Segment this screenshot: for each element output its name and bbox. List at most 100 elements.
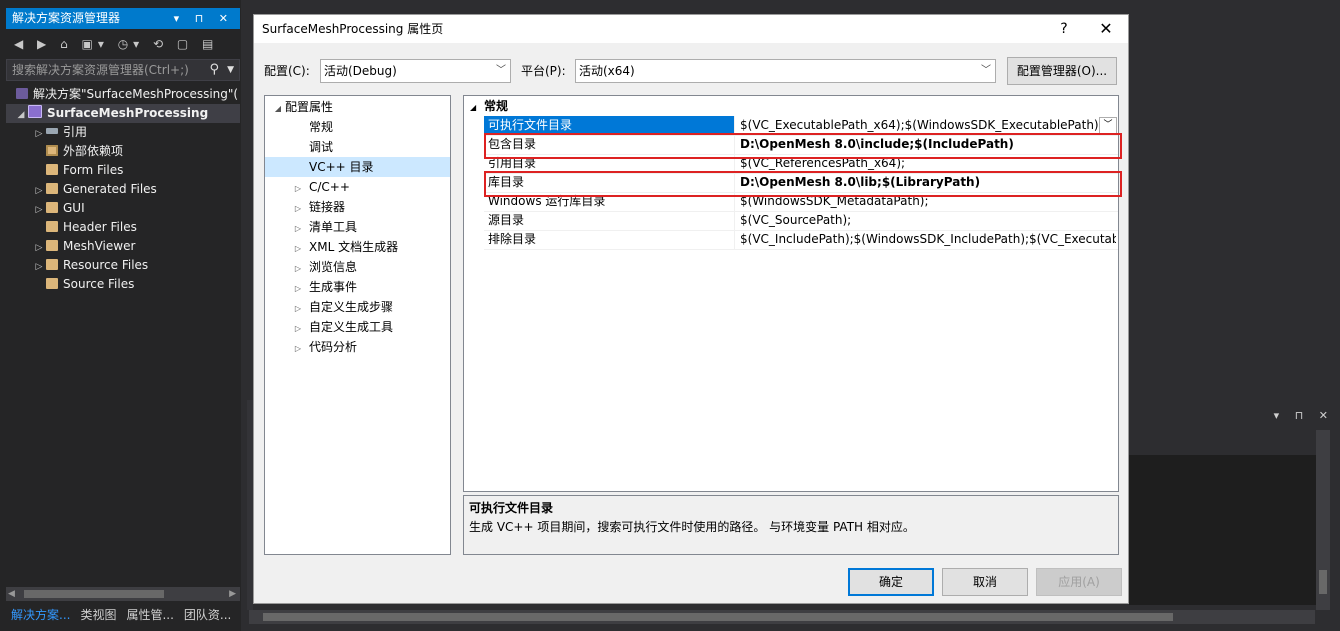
horizontal-scrollbar[interactable]: ◀ ▶: [6, 587, 240, 601]
property-value[interactable]: D:\OpenMesh 8.0\lib;$(LibraryPath): [740, 173, 1116, 192]
tree-item-label: 代码分析: [309, 340, 358, 354]
property-row-library-dirs[interactable]: 库目录 D:\OpenMesh 8.0\lib;$(LibraryPath): [484, 173, 1118, 193]
search-icon[interactable]: ⚲: [209, 60, 219, 80]
solution-search-input[interactable]: 搜索解决方案资源管理器(Ctrl+;) ⚲ ▼: [6, 59, 240, 81]
property-row-source-dirs[interactable]: 源目录 $(VC_SourcePath);: [484, 211, 1118, 231]
tab-solution-explorer[interactable]: 解决方案...: [6, 604, 75, 626]
tab-class-view[interactable]: 类视图: [75, 604, 121, 626]
tree-item-debugging[interactable]: 调试: [265, 137, 450, 157]
expand-icon[interactable]: ▷: [291, 339, 305, 359]
property-value[interactable]: $(VC_ExecutablePath_x64);$(WindowsSDK_Ex…: [740, 116, 1116, 135]
tree-item-browse-info[interactable]: ▷ 浏览信息: [265, 257, 450, 277]
property-name: 排除目录: [484, 230, 735, 249]
expand-icon[interactable]: ▷: [291, 199, 305, 219]
tree-item-solution[interactable]: 解决方案"SurfaceMeshProcessing"(: [6, 85, 240, 104]
folder-icon: [46, 259, 58, 270]
tree-item-label: 配置属性: [285, 100, 334, 114]
config-select[interactable]: 活动(Debug) ﹀: [320, 59, 511, 83]
property-row-winrt-dirs[interactable]: Windows 运行库目录 $(WindowsSDK_MetadataPath)…: [484, 192, 1118, 212]
tree-item-gui[interactable]: ▷ GUI: [6, 199, 240, 218]
property-pages-dialog: SurfaceMeshProcessing 属性页 ? ✕ 配置(C): 活动(…: [253, 14, 1129, 604]
editor-horizontal-scrollbar[interactable]: [249, 610, 1315, 624]
expand-icon[interactable]: ▷: [291, 259, 305, 279]
tree-item-general[interactable]: 常规: [265, 117, 450, 137]
tree-item-resource-files[interactable]: ▷ Resource Files: [6, 256, 240, 275]
tree-item-custom-build-step[interactable]: ▷ 自定义生成步骤: [265, 297, 450, 317]
collapse-icon[interactable]: ◢: [470, 98, 484, 118]
ok-button[interactable]: 确定: [848, 568, 934, 596]
property-value[interactable]: $(VC_IncludePath);$(WindowsSDK_IncludePa…: [740, 230, 1116, 249]
property-value[interactable]: $(VC_SourcePath);: [740, 211, 1116, 230]
tree-item-label: 浏览信息: [309, 260, 358, 274]
scrollbar-thumb[interactable]: [24, 590, 164, 598]
property-value[interactable]: D:\OpenMesh 8.0\include;$(IncludePath): [740, 135, 1116, 154]
tree-item-project[interactable]: ◢ SurfaceMeshProcessing: [6, 104, 240, 123]
tree-item-label: 解决方案"SurfaceMeshProcessing"(: [33, 87, 239, 101]
folder-icon: [46, 278, 58, 289]
references-icon: [46, 128, 58, 134]
vertical-scrollbar[interactable]: [1316, 430, 1330, 610]
help-icon[interactable]: ?: [1054, 15, 1074, 43]
scroll-left-icon[interactable]: ◀: [8, 587, 15, 601]
expand-icon[interactable]: ▷: [291, 219, 305, 239]
cancel-button[interactable]: 取消: [942, 568, 1028, 596]
property-value[interactable]: $(WindowsSDK_MetadataPath);: [740, 192, 1116, 211]
tree-item-header-files[interactable]: Header Files: [6, 218, 240, 237]
expand-icon[interactable]: ▷: [291, 179, 305, 199]
expand-icon[interactable]: ▷: [32, 258, 46, 277]
tree-item-build-events[interactable]: ▷ 生成事件: [265, 277, 450, 297]
expand-icon[interactable]: ▷: [32, 125, 46, 144]
tree-item-vc-directories[interactable]: VC++ 目录: [265, 157, 450, 177]
tab-property-manager[interactable]: 属性管...: [121, 604, 178, 626]
expand-icon[interactable]: ◢: [271, 99, 285, 119]
tree-item-label: 链接器: [309, 200, 346, 214]
tree-item-label: 调试: [309, 140, 334, 154]
folder-icon: [46, 240, 58, 251]
property-row-exclude-dirs[interactable]: 排除目录 $(VC_IncludePath);$(WindowsSDK_Incl…: [484, 230, 1118, 250]
tree-item-source-files[interactable]: Source Files: [6, 275, 240, 294]
section-header[interactable]: ◢ 常规: [464, 96, 1118, 116]
tree-item-references[interactable]: ▷ 引用: [6, 123, 240, 142]
tree-item-form-files[interactable]: Form Files: [6, 161, 240, 180]
close-icon[interactable]: ✕: [1094, 15, 1118, 43]
tree-item-code-analysis[interactable]: ▷ 代码分析: [265, 337, 450, 357]
expand-icon[interactable]: ▷: [291, 319, 305, 339]
chevron-down-icon[interactable]: ▼: [227, 60, 234, 80]
property-row-include-dirs[interactable]: 包含目录 D:\OpenMesh 8.0\include;$(IncludePa…: [484, 135, 1118, 155]
folder-icon: [46, 221, 58, 232]
expand-icon[interactable]: ◢: [14, 106, 28, 125]
tree-item-meshviewer[interactable]: ▷ MeshViewer: [6, 237, 240, 256]
panel-controls[interactable]: ▾ ⊓ ✕: [174, 8, 234, 29]
property-row-reference-dirs[interactable]: 引用目录 $(VC_ReferencesPath_x64);: [484, 154, 1118, 174]
tree-item-label: 自定义生成工具: [309, 320, 394, 334]
solution-explorer-toolbar[interactable]: ◀ ▶ ⌂ ▣▾ ◷▾ ⟲ ▢ ▤ ❐: [6, 31, 240, 77]
tree-item-xml-doc[interactable]: ▷ XML 文档生成器: [265, 237, 450, 257]
tree-item-config-properties[interactable]: ◢ 配置属性: [265, 97, 450, 117]
expand-icon[interactable]: ▷: [32, 201, 46, 220]
config-manager-button[interactable]: 配置管理器(O)...: [1007, 57, 1117, 85]
expand-icon[interactable]: ▷: [291, 239, 305, 259]
chevron-down-icon[interactable]: ﹀: [1099, 117, 1117, 134]
scrollbar-thumb[interactable]: [263, 613, 1173, 621]
tab-team-explorer[interactable]: 团队资...: [179, 604, 236, 626]
panel-controls[interactable]: ▾ ⊓ ✕: [1129, 405, 1334, 427]
tree-item-label: Resource Files: [63, 258, 149, 272]
tree-item-cpp[interactable]: ▷ C/C++: [265, 177, 450, 197]
property-row-executable-dirs[interactable]: 可执行文件目录 $(VC_ExecutablePath_x64);$(Windo…: [484, 116, 1118, 136]
scroll-right-icon[interactable]: ▶: [229, 587, 236, 601]
apply-button[interactable]: 应用(A): [1036, 568, 1122, 596]
output-panel-body: [1129, 455, 1316, 605]
tree-item-linker[interactable]: ▷ 链接器: [265, 197, 450, 217]
tree-item-custom-build-tool[interactable]: ▷ 自定义生成工具: [265, 317, 450, 337]
tree-item-external-deps[interactable]: 外部依赖项: [6, 142, 240, 161]
tree-item-label: MeshViewer: [63, 239, 136, 253]
tree-item-generated-files[interactable]: ▷ Generated Files: [6, 180, 240, 199]
solution-explorer-title-text: 解决方案资源管理器: [12, 11, 121, 25]
expand-icon[interactable]: ▷: [291, 299, 305, 319]
property-value[interactable]: $(VC_ReferencesPath_x64);: [740, 154, 1116, 173]
platform-select[interactable]: 活动(x64) ﹀: [575, 59, 996, 83]
scrollbar-thumb[interactable]: [1319, 570, 1327, 594]
expand-icon[interactable]: ▷: [291, 279, 305, 299]
tree-item-manifest-tool[interactable]: ▷ 清单工具: [265, 217, 450, 237]
tree-item-label: 引用: [63, 125, 88, 139]
